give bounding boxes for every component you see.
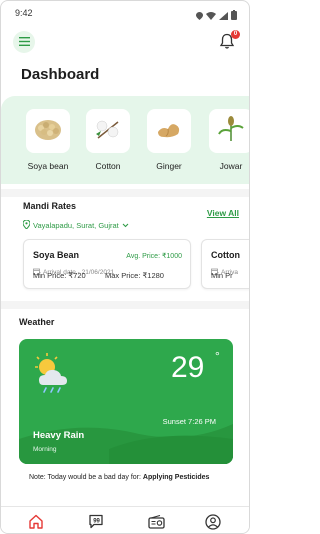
menu-button[interactable]: [13, 31, 35, 53]
home-icon: [28, 514, 44, 533]
app-screen: 9:42 0 Dashboard Soya bean Cotton Ginger…: [0, 0, 250, 534]
weather-advisory-note: Note: Today would be a bad day for: Appl…: [29, 474, 209, 481]
cotton-icon: [93, 116, 123, 147]
crop-tile: [26, 109, 70, 153]
page-title: Dashboard: [21, 66, 100, 83]
wifi-icon: [206, 7, 216, 25]
nav-market[interactable]: [147, 514, 165, 534]
signal-icon: [219, 7, 228, 25]
bottom-navigation: 99: [1, 506, 249, 534]
mandi-price-row: Min Pr: [201, 267, 249, 285]
weather-card[interactable]: 29 ° Sunset 7:26 PM Heavy Rain Morning: [19, 339, 233, 464]
location-selector[interactable]: Vayalapadu, Surat, Gujrat: [22, 219, 129, 231]
crop-tile: [209, 109, 249, 153]
weather-time-of-day: Morning: [33, 446, 57, 453]
notification-badge: 0: [231, 30, 240, 39]
crop-name: Cotton: [95, 161, 121, 171]
weather-condition: Heavy Rain: [33, 430, 85, 441]
crop-carousel: Soya bean Cotton Ginger Jowar: [1, 96, 249, 184]
bell-icon: [219, 33, 235, 54]
nav-home[interactable]: [27, 514, 45, 533]
soya-bean-icon: [33, 116, 63, 147]
weather-sunset: Sunset 7:26 PM: [162, 417, 216, 426]
mandi-price-row: Min Price: ₹720 Max Price: ₹1280: [23, 267, 191, 285]
location-status-icon: [196, 7, 203, 25]
weather-degree-symbol: °: [215, 349, 220, 363]
view-all-link[interactable]: View All: [207, 208, 239, 218]
crop-item-cotton[interactable]: Cotton: [83, 109, 133, 171]
mandi-max-price: Max Price: ₹1280: [105, 271, 164, 280]
crop-tile: [86, 109, 130, 153]
radio-icon: [147, 514, 165, 534]
crop-item-soya-bean[interactable]: Soya bean: [23, 109, 73, 171]
crop-tile: [147, 109, 191, 153]
section-divider: [1, 189, 249, 197]
hamburger-icon: [18, 33, 30, 51]
nav-profile[interactable]: [204, 513, 222, 534]
user-profile-icon: [205, 513, 221, 534]
weather-section-title: Weather: [19, 317, 55, 327]
svg-text:99: 99: [93, 519, 100, 525]
section-divider: [1, 301, 249, 309]
weather-note-prefix: Note: Today would be a bad day for:: [29, 474, 143, 481]
crop-name: Ginger: [156, 161, 182, 171]
mandi-min-price: Min Pr: [211, 271, 233, 280]
sun-rain-cloud-icon: [31, 351, 75, 400]
chat-quote-icon: 99: [88, 514, 104, 533]
mandi-avg-price: Avg. Price: ₹1000: [126, 253, 182, 260]
mandi-min-price: Min Price: ₹720: [33, 271, 86, 280]
crop-name: Soya bean: [27, 161, 69, 171]
status-icons: [196, 7, 237, 25]
status-time: 9:42: [15, 8, 33, 18]
location-text: Vayalapadu, Surat, Gujrat: [33, 221, 119, 230]
mandi-crop-name: Soya Bean: [33, 250, 80, 260]
nav-forum[interactable]: 99: [87, 514, 105, 533]
location-pin-icon: [22, 219, 31, 231]
weather-temperature: 29: [171, 351, 205, 384]
crop-name: Jowar: [219, 161, 243, 171]
jowar-icon: [216, 115, 246, 147]
mandi-crop-name: Cotton: [211, 250, 240, 260]
status-bar: 9:42: [1, 1, 249, 25]
crop-item-ginger[interactable]: Ginger: [144, 109, 194, 171]
chevron-down-icon: [122, 221, 129, 230]
battery-icon: [231, 7, 237, 25]
weather-note-activity: Applying Pesticides: [142, 474, 210, 481]
crop-item-jowar[interactable]: Jowar: [206, 109, 249, 171]
mandi-section-title: Mandi Rates: [23, 201, 77, 211]
ginger-icon: [154, 116, 184, 147]
